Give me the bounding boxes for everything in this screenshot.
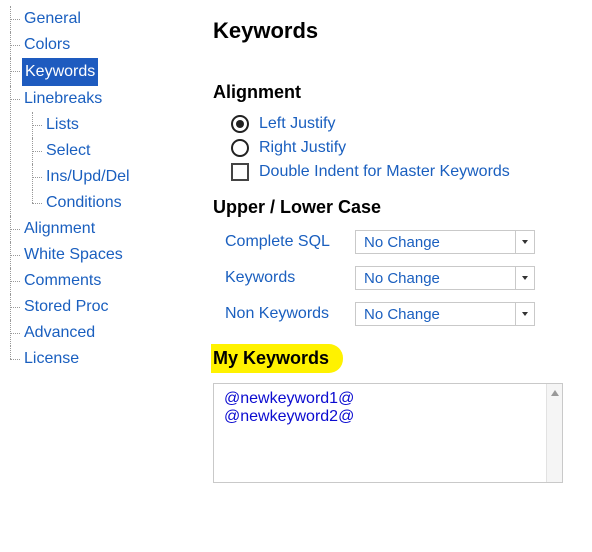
tree-item-keywords[interactable]: Keywords bbox=[22, 58, 98, 86]
my-keywords-content: @newkeyword1@ @newkeyword2@ bbox=[214, 384, 562, 432]
combo-complete-sql-value: No Change bbox=[364, 234, 440, 251]
tree-item-general[interactable]: General bbox=[22, 6, 83, 32]
tree-item-linebreaks[interactable]: Linebreaks bbox=[22, 86, 104, 112]
case-heading: Upper / Lower Case bbox=[213, 197, 578, 218]
combo-keywords[interactable]: No Change bbox=[355, 266, 535, 290]
combo-non-keywords-value: No Change bbox=[364, 306, 440, 323]
tree-item-comments[interactable]: Comments bbox=[22, 268, 103, 294]
tree-item-insupddel[interactable]: Ins/Upd/Del bbox=[44, 164, 132, 190]
tree-item-advanced[interactable]: Advanced bbox=[22, 320, 97, 346]
tree-item-colors[interactable]: Colors bbox=[22, 32, 72, 58]
nav-tree: General Colors Keywords Linebreaks Lists… bbox=[0, 0, 203, 552]
alignment-heading: Alignment bbox=[213, 82, 578, 103]
radio-right-justify-label[interactable]: Right Justify bbox=[259, 139, 346, 157]
label-complete-sql: Complete SQL bbox=[225, 233, 355, 251]
page-title: Keywords bbox=[213, 18, 578, 44]
my-keywords-heading: My Keywords bbox=[211, 344, 343, 373]
label-non-keywords: Non Keywords bbox=[225, 305, 355, 323]
checkbox-double-indent-label[interactable]: Double Indent for Master Keywords bbox=[259, 163, 510, 181]
tree-item-storedproc[interactable]: Stored Proc bbox=[22, 294, 110, 320]
scrollbar[interactable] bbox=[546, 384, 562, 482]
chevron-down-icon bbox=[522, 312, 528, 316]
my-keywords-input[interactable]: @newkeyword1@ @newkeyword2@ bbox=[213, 383, 563, 483]
tree-item-whitespaces[interactable]: White Spaces bbox=[22, 242, 125, 268]
tree-item-alignment[interactable]: Alignment bbox=[22, 216, 97, 242]
combo-complete-sql[interactable]: No Change bbox=[355, 230, 535, 254]
chevron-down-icon bbox=[522, 240, 528, 244]
label-keywords: Keywords bbox=[225, 269, 355, 287]
radio-left-justify[interactable] bbox=[231, 115, 249, 133]
tree-item-license[interactable]: License bbox=[22, 346, 81, 372]
radio-left-justify-label[interactable]: Left Justify bbox=[259, 115, 335, 133]
tree-item-conditions[interactable]: Conditions bbox=[44, 190, 124, 216]
main-panel: Keywords Alignment Left Justify Right Ju… bbox=[203, 0, 592, 552]
tree-item-select[interactable]: Select bbox=[44, 138, 92, 164]
combo-keywords-value: No Change bbox=[364, 270, 440, 287]
combo-non-keywords[interactable]: No Change bbox=[355, 302, 535, 326]
scroll-up-icon bbox=[551, 390, 559, 396]
checkbox-double-indent[interactable] bbox=[231, 163, 249, 181]
chevron-down-icon bbox=[522, 276, 528, 280]
radio-right-justify[interactable] bbox=[231, 139, 249, 157]
tree-item-lists[interactable]: Lists bbox=[44, 112, 81, 138]
